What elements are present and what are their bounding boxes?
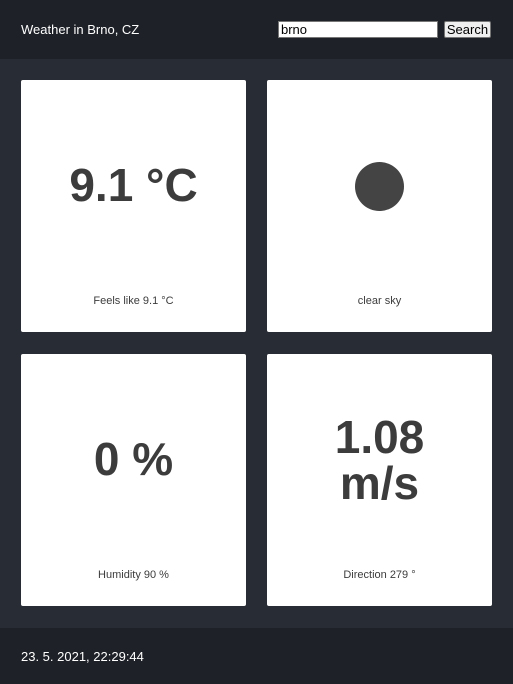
wind-card: 1.08 m/s Direction 279 °: [267, 354, 492, 606]
wind-speed-unit: m/s: [339, 457, 420, 509]
wind-speed-value: 1.08 m/s: [267, 414, 492, 506]
humidity-card: 0 % Humidity 90 %: [21, 354, 246, 606]
search-input[interactable]: [278, 21, 438, 38]
humidity-value: 0 %: [93, 433, 174, 485]
sky-card: clear sky: [267, 80, 492, 332]
wind-direction-caption: Direction 279 °: [343, 569, 416, 581]
footer-bar: 23. 5. 2021, 22:29:44: [0, 628, 513, 684]
humidity-caption: Humidity 90 %: [98, 569, 169, 581]
search-button[interactable]: Search: [444, 21, 491, 38]
temperature-card: 9.1 °C Feels like 9.1 °C: [21, 80, 246, 332]
weather-circle-icon: [355, 162, 404, 211]
header-bar: Weather in Brno, CZ Search: [0, 0, 513, 59]
wind-speed-number: 1.08: [334, 411, 425, 463]
page-title: Weather in Brno, CZ: [21, 22, 140, 37]
feels-like-caption: Feels like 9.1 °C: [93, 295, 174, 307]
sky-description: clear sky: [357, 295, 402, 307]
timestamp: 23. 5. 2021, 22:29:44: [21, 649, 144, 664]
temperature-value: 9.1 °C: [69, 159, 198, 211]
